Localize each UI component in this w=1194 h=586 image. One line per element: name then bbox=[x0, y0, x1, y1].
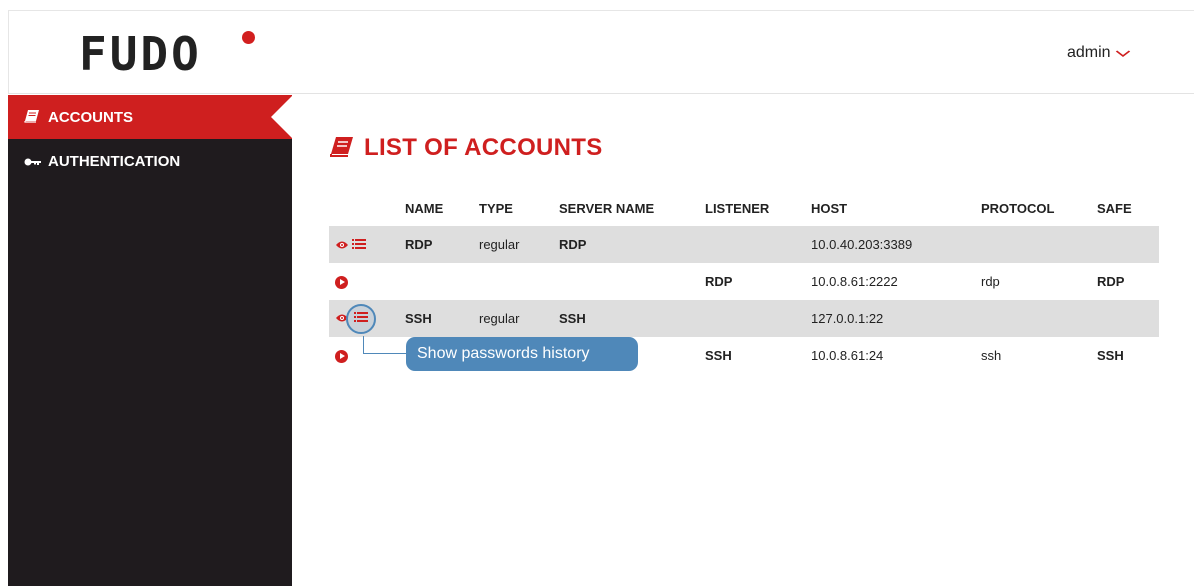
cell-type bbox=[479, 263, 559, 300]
cell-listener bbox=[705, 226, 811, 263]
eye-icon[interactable] bbox=[335, 238, 349, 253]
play-icon[interactable] bbox=[335, 350, 348, 364]
sidebar-item-label: ACCOUNTS bbox=[48, 108, 133, 126]
column-header-protocol[interactable]: PROTOCOL bbox=[981, 190, 1097, 226]
column-header-listener[interactable]: LISTENER bbox=[705, 190, 811, 226]
cell-name bbox=[405, 263, 479, 300]
passwords-history-button[interactable] bbox=[346, 303, 376, 334]
cell-host: 10.0.8.61:24 bbox=[811, 348, 884, 363]
cell-safe: SSH bbox=[1097, 348, 1124, 363]
list-icon bbox=[354, 311, 368, 326]
row-actions bbox=[329, 263, 405, 300]
book-icon bbox=[24, 109, 44, 126]
cell-protocol: rdp bbox=[981, 274, 1000, 289]
page-title: LIST OF ACCOUNTS bbox=[330, 134, 603, 162]
column-header-type[interactable]: TYPE bbox=[479, 190, 559, 226]
cell-host: 10.0.40.203:3389 bbox=[811, 226, 981, 263]
sidebar-item-authentication[interactable]: AUTHENTICATION bbox=[8, 139, 292, 184]
list-icon[interactable] bbox=[352, 238, 366, 253]
column-header-actions bbox=[329, 190, 405, 226]
tooltip-connector bbox=[363, 336, 407, 354]
logo-dot bbox=[242, 31, 255, 44]
sidebar-item-label: AUTHENTICATION bbox=[48, 153, 181, 170]
cell-safe bbox=[1097, 226, 1159, 263]
cell-host: 10.0.8.61:2222 bbox=[811, 274, 898, 289]
cell-server-name: RDP bbox=[559, 226, 705, 263]
cell-protocol bbox=[981, 226, 1097, 263]
cell-type: regular bbox=[479, 300, 559, 337]
row-actions bbox=[329, 300, 405, 337]
sidebar: ACCOUNTS AUTHENTICATION bbox=[8, 95, 293, 586]
row-actions bbox=[329, 226, 405, 263]
chevron-down-icon bbox=[1115, 46, 1131, 61]
user-menu[interactable]: admin bbox=[1067, 44, 1131, 62]
sidebar-item-accounts[interactable]: ACCOUNTS bbox=[8, 95, 293, 139]
top-bar: FUDO admin bbox=[8, 10, 1194, 94]
cell-server-name bbox=[559, 263, 705, 300]
table-header-row: NAME TYPE SERVER NAME LISTENER HOST PROT… bbox=[329, 190, 1159, 226]
cell-type: regular bbox=[479, 226, 559, 263]
cell-name: SSH bbox=[405, 300, 479, 337]
fudo-logo[interactable]: FUDO bbox=[79, 29, 269, 79]
cell-host: 127.0.0.1:22 bbox=[811, 300, 981, 337]
play-icon[interactable] bbox=[335, 276, 348, 290]
logo-text: FUDO bbox=[79, 27, 202, 81]
column-header-safe[interactable]: SAFE bbox=[1097, 190, 1159, 226]
column-header-server-name[interactable]: SERVER NAME bbox=[559, 190, 705, 226]
cell-server-name: SSH bbox=[559, 300, 705, 337]
key-icon bbox=[24, 154, 44, 170]
cell-listener: RDP bbox=[705, 274, 733, 289]
page-title-text: LIST OF ACCOUNTS bbox=[364, 134, 603, 161]
column-header-host[interactable]: HOST bbox=[811, 190, 981, 226]
user-name: admin bbox=[1067, 44, 1111, 61]
column-header-name[interactable]: NAME bbox=[405, 190, 479, 226]
cell-protocol: ssh bbox=[981, 348, 1002, 363]
cell-safe bbox=[1097, 300, 1159, 337]
cell-safe: RDP bbox=[1097, 274, 1125, 289]
table-row[interactable]: SSH regular SSH 127.0.0.1:22 bbox=[329, 300, 1159, 337]
cell-name: RDP bbox=[405, 226, 479, 263]
book-icon bbox=[330, 136, 353, 160]
cell-listener bbox=[705, 300, 811, 337]
table-row[interactable]: RDP 10.0.8.61:2222 rdp RDP bbox=[329, 263, 1159, 300]
tooltip: Show passwords history bbox=[406, 337, 638, 371]
cell-listener: SSH bbox=[705, 348, 732, 363]
cell-protocol bbox=[981, 300, 1097, 337]
table-row[interactable]: RDP regular RDP 10.0.40.203:3389 bbox=[329, 226, 1159, 263]
